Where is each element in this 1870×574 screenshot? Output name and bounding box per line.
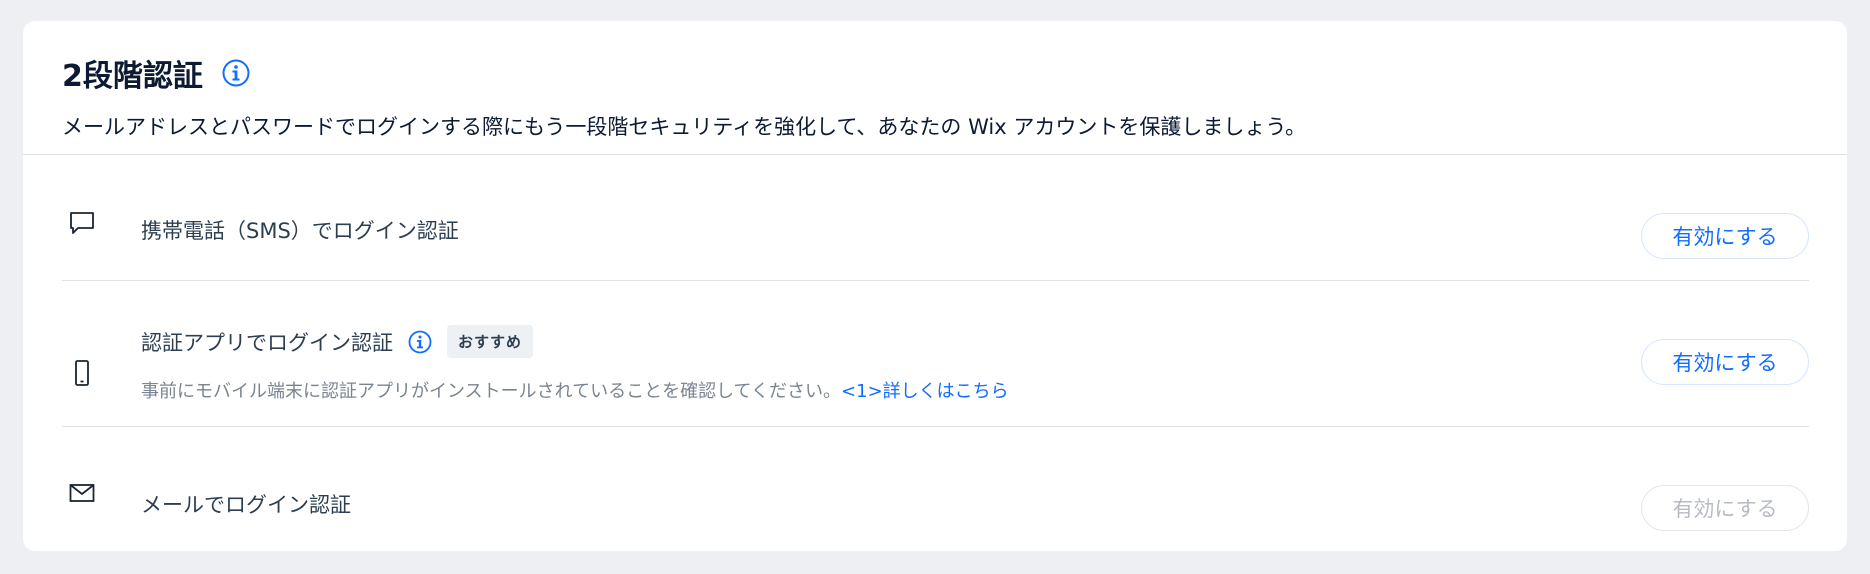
chat-bubble-icon xyxy=(62,203,102,243)
method-title-wrap: 携帯電話（SMS）でログイン認証 xyxy=(141,215,459,245)
recommended-badge: おすすめ xyxy=(447,325,534,358)
page-description: メールアドレスとパスワードでログインする際にもう一段階セキュリティを強化して、あ… xyxy=(62,115,1307,139)
method-title: 携帯電話（SMS）でログイン認証 xyxy=(141,219,459,243)
page-title: 2段階認証 xyxy=(62,59,203,94)
two-factor-auth-card: 2段階認証 メールアドレスとパスワードでログインする際にもう一段階セキュリティを… xyxy=(23,21,1847,551)
enable-authenticator-button[interactable]: 有効にする xyxy=(1641,339,1809,385)
enable-sms-button[interactable]: 有効にする xyxy=(1641,213,1809,259)
learn-more-link[interactable]: <1>詳しくはこちら xyxy=(841,381,1009,402)
envelope-icon xyxy=(62,473,102,513)
title-row: 2段階認証 xyxy=(62,51,251,95)
enable-email-button[interactable]: 有効にする xyxy=(1641,485,1809,531)
card-header: 2段階認証 メールアドレスとパスワードでログインする際にもう一段階セキュリティを… xyxy=(23,21,1847,155)
method-title: 認証アプリでログイン認証 xyxy=(141,330,393,355)
method-row-sms: 携帯電話（SMS）でログイン認証 有効にする xyxy=(62,155,1809,281)
method-row-authenticator-app: 認証アプリでログイン認証 おすすめ 事前にモバイル端末に認証アプリがインストール… xyxy=(62,281,1809,427)
method-title-wrap: メールでログイン認証 xyxy=(141,489,351,519)
method-title: メールでログイン認証 xyxy=(141,493,351,517)
mobile-phone-icon xyxy=(62,353,102,393)
method-description-text: 事前にモバイル端末に認証アプリがインストールされていることを確認してください。 xyxy=(141,381,842,402)
method-title-wrap: 認証アプリでログイン認証 おすすめ xyxy=(141,325,534,358)
info-icon[interactable] xyxy=(407,329,433,355)
method-description: 事前にモバイル端末に認証アプリがインストールされていることを確認してください。<… xyxy=(141,377,1009,403)
method-row-email: メールでログイン認証 有効にする xyxy=(62,427,1809,551)
info-icon[interactable] xyxy=(221,58,251,88)
